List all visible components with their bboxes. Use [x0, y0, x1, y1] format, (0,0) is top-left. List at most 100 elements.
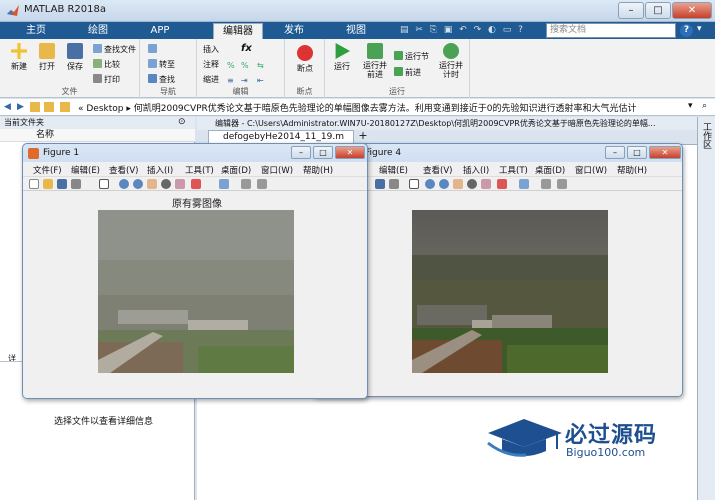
menu-insert[interactable]: 插入(I): [463, 164, 489, 176]
print-figure-icon[interactable]: [389, 179, 399, 189]
save-button[interactable]: 保存: [60, 43, 90, 72]
open-figure-icon[interactable]: [43, 179, 53, 189]
rotate-icon[interactable]: [161, 179, 171, 189]
goto-button[interactable]: 转至: [148, 59, 175, 70]
figure-maximize-button[interactable]: □: [313, 146, 333, 159]
zoom-out-icon[interactable]: [133, 179, 143, 189]
compare-button[interactable]: 比较: [93, 59, 120, 70]
legend-icon[interactable]: [257, 179, 267, 189]
pan-icon[interactable]: [453, 179, 463, 189]
figure-minimize-button[interactable]: –: [291, 146, 311, 159]
quick-access-toolbar[interactable]: ▤ ✂ ⎘ ▣ ↶ ↷ ◐ ▭ ?: [400, 25, 540, 36]
link-plot-icon[interactable]: [519, 179, 529, 189]
workspace-label[interactable]: 工作区: [700, 122, 713, 149]
path-field[interactable]: « Desktop ▸ 何凯明2009CVPR优秀论文基于暗原色先验理论的单幅图…: [78, 101, 637, 114]
save-figure-icon[interactable]: [375, 179, 385, 189]
fx-button[interactable]: fx: [241, 43, 252, 54]
figure-close-button[interactable]: ✕: [335, 146, 365, 159]
print-figure-icon[interactable]: [71, 179, 81, 189]
percent-icon[interactable]: %: [227, 60, 235, 71]
run-button[interactable]: 运行: [327, 43, 357, 72]
legend-icon[interactable]: [557, 179, 567, 189]
menu-help[interactable]: 帮助(H): [303, 164, 333, 176]
uncomment-icon[interactable]: %: [241, 60, 249, 71]
tab-view[interactable]: 视图: [328, 22, 384, 39]
figure-minimize-button[interactable]: –: [605, 146, 625, 159]
new-button[interactable]: 新建: [4, 43, 34, 72]
workspace-strip[interactable]: [697, 117, 715, 500]
menu-insert[interactable]: 插入(I): [147, 164, 173, 176]
forward-arrow-icon[interactable]: ▶: [17, 102, 24, 112]
menu-view[interactable]: 查看(V): [109, 164, 138, 176]
tab-editor[interactable]: 编辑器: [213, 23, 263, 39]
pointer-icon[interactable]: [99, 179, 109, 189]
close-button[interactable]: ✕: [672, 2, 712, 19]
up-folder-icon[interactable]: [30, 102, 40, 112]
figure-close-button[interactable]: ✕: [649, 146, 681, 159]
help-icon[interactable]: ?: [680, 24, 693, 37]
back-arrow-icon[interactable]: ◀: [4, 102, 11, 112]
run-and-time-button[interactable]: 运行并 计时: [435, 43, 467, 79]
open-button[interactable]: 打开: [32, 43, 62, 72]
brush-icon[interactable]: [497, 179, 507, 189]
advance-button[interactable]: 前进: [394, 67, 421, 78]
menu-desktop[interactable]: 桌面(D): [535, 164, 565, 176]
path-current[interactable]: 何凯明2009CVPR优秀论文基于暗原色先验理论的单幅图像去雾方法。利用变通到接…: [134, 104, 637, 114]
comment-button[interactable]: 注释: [203, 59, 219, 70]
menu-tools[interactable]: 工具(T): [499, 164, 528, 176]
menu-view[interactable]: 查看(V): [423, 164, 452, 176]
pan-icon[interactable]: [147, 179, 157, 189]
find-button[interactable]: 查找: [148, 74, 175, 85]
colorbar-icon[interactable]: [241, 179, 251, 189]
add-tab-button[interactable]: +: [356, 130, 370, 144]
run-advance-button[interactable]: 运行并 前进: [359, 43, 391, 79]
menu-window[interactable]: 窗口(W): [261, 164, 293, 176]
zoom-out-icon[interactable]: [439, 179, 449, 189]
name-column-header[interactable]: 名称: [0, 129, 195, 142]
colorbar-icon[interactable]: [541, 179, 551, 189]
path-dropdown-icon[interactable]: ▾: [688, 101, 693, 111]
new-figure-icon[interactable]: [29, 179, 39, 189]
tab-home[interactable]: 主页: [8, 22, 64, 39]
tab-apps[interactable]: APP: [132, 22, 188, 39]
print-button[interactable]: 打印: [93, 74, 120, 85]
search-path-icon[interactable]: ⌕: [702, 101, 707, 111]
save-figure-icon[interactable]: [57, 179, 67, 189]
breakpoints-button[interactable]: 断点: [290, 45, 320, 74]
editor-file-tab[interactable]: defogebyHe2014_11_19.m: [208, 130, 354, 144]
menu-help[interactable]: 帮助(H): [617, 164, 647, 176]
menu-file[interactable]: 文件(F): [33, 164, 62, 176]
path-folder[interactable]: Desktop: [86, 104, 123, 114]
search-documentation-input[interactable]: 搜索文档: [546, 23, 676, 38]
increase-indent-icon[interactable]: ⇥: [241, 75, 248, 86]
menu-desktop[interactable]: 桌面(D): [221, 164, 251, 176]
find-files-button[interactable]: 查找文件: [93, 44, 136, 55]
zoom-in-icon[interactable]: [119, 179, 129, 189]
back-nav-button[interactable]: [148, 44, 159, 55]
figure-1-window[interactable]: Figure 1 – □ ✕ 文件(F) 编辑(E) 查看(V) 插入(I) 工…: [22, 143, 368, 399]
pointer-icon[interactable]: [409, 179, 419, 189]
smart-indent-icon[interactable]: ≡: [227, 75, 234, 86]
maximize-button[interactable]: □: [645, 2, 671, 19]
ribbon-collapse-icon[interactable]: ▾: [697, 24, 702, 34]
brush-icon[interactable]: [191, 179, 201, 189]
panel-menu-icon[interactable]: ⊙: [178, 117, 186, 127]
menu-tools[interactable]: 工具(T): [185, 164, 214, 176]
run-section-button[interactable]: 运行节: [394, 51, 429, 62]
menu-edit[interactable]: 编辑(E): [379, 164, 408, 176]
tab-plots[interactable]: 绘图: [70, 22, 126, 39]
browse-folder-icon[interactable]: [44, 102, 54, 112]
insert-button[interactable]: 插入: [203, 44, 219, 55]
link-plot-icon[interactable]: [219, 179, 229, 189]
decrease-indent-icon[interactable]: ⇤: [257, 75, 264, 86]
tab-publish[interactable]: 发布: [266, 22, 322, 39]
wrap-icon[interactable]: ⇆: [257, 60, 264, 71]
menu-window[interactable]: 窗口(W): [575, 164, 607, 176]
indent-button[interactable]: 缩进: [203, 74, 219, 85]
minimize-button[interactable]: –: [618, 2, 644, 19]
figure-maximize-button[interactable]: □: [627, 146, 647, 159]
zoom-in-icon[interactable]: [425, 179, 435, 189]
data-cursor-icon[interactable]: [481, 179, 491, 189]
rotate-icon[interactable]: [467, 179, 477, 189]
data-cursor-icon[interactable]: [175, 179, 185, 189]
